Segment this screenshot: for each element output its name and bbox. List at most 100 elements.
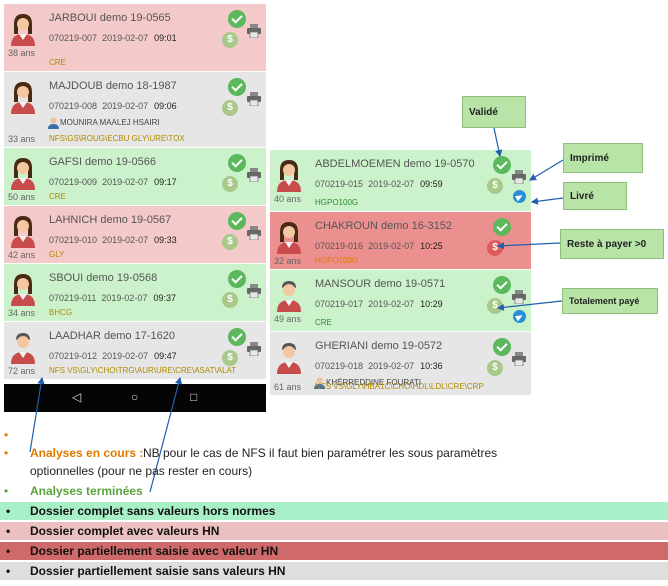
bullet-icon: • [6, 504, 11, 518]
patient-card[interactable]: GAFSI demo 19-0566 070219-009 2019-02-07 0… [4, 148, 266, 206]
callout-totalement: Totalement payé [562, 288, 658, 314]
record-date: 2019-02-07 [368, 361, 415, 371]
printer-icon[interactable] [246, 24, 262, 43]
doctor-name: MOUNIRA MAALEJ HSAIRI [60, 118, 160, 127]
printer-icon[interactable] [511, 290, 527, 309]
patient-meta: 070219-018 2019-02-07 10:36 [315, 361, 443, 371]
back-icon[interactable]: ◁ [72, 390, 81, 404]
patient-avatar [8, 272, 38, 311]
patient-age: 34 ans [8, 308, 36, 318]
legend-terminees: • Analyses terminées [0, 484, 668, 500]
patient-card[interactable]: CHAKROUN demo 16-3152 070219-016 2019-02-… [270, 212, 531, 270]
printer-icon[interactable] [511, 170, 527, 189]
patient-name: CHAKROUN demo 16-3152 [315, 220, 452, 232]
record-time: 09:47 [154, 351, 177, 361]
patient-card[interactable]: ABDELMOEMEN demo 19-0570 070219-015 2019-… [270, 150, 531, 212]
patient-name: LAADHAR demo 17-1620 [49, 330, 175, 342]
android-nav-bar: ◁ ○ □ [4, 384, 266, 412]
patient-card[interactable]: LAHNICH demo 19-0567 070219-010 2019-02-0… [4, 206, 266, 264]
test-list: CRE [49, 192, 66, 201]
patient-age: 49 ans [274, 314, 302, 324]
printer-icon[interactable] [246, 226, 262, 245]
patient-meta: 070219-007 2019-02-07 09:01 [49, 33, 177, 43]
legend-band-complet-avec-hn: • Dossier complet avec valeurs HN [0, 522, 668, 540]
patient-name: JARBOUI demo 19-0565 [49, 12, 171, 24]
printer-icon[interactable] [246, 284, 262, 303]
patient-avatar [8, 214, 38, 253]
payment-dollar-icon: $ [487, 298, 503, 314]
record-code: 070219-008 [49, 101, 98, 111]
record-time: 09:17 [154, 177, 177, 187]
bullet-icon: • [4, 428, 9, 442]
patient-age: 32 ans [274, 256, 302, 266]
legend-band-complet-sans-hn: • Dossier complet sans valeurs hors norm… [0, 502, 668, 520]
payment-dollar-icon: $ [222, 32, 238, 48]
validated-check-icon [493, 276, 511, 294]
patient-age: 42 ans [8, 250, 36, 260]
patient-card[interactable]: MANSOUR demo 19-0571 070219-017 2019-02-0… [270, 270, 531, 332]
patient-name: ABDELMOEMEN demo 19-0570 [315, 158, 475, 170]
record-code: 070219-010 [49, 235, 98, 245]
callout-livre-text: Livré [570, 190, 594, 202]
patient-card[interactable]: SBOUI demo 19-0568 070219-011 2019-02-07 0… [4, 264, 266, 322]
test-list: GLY [49, 250, 65, 259]
recent-apps-icon[interactable]: □ [190, 390, 197, 404]
patient-name: MANSOUR demo 19-0571 [315, 278, 446, 290]
validated-check-icon [228, 212, 246, 230]
patient-avatar [274, 340, 304, 379]
legend-empty-bullet: • [0, 428, 668, 442]
legend-en-cours-text: NB pour le cas de NFS il faut bien param… [143, 446, 498, 460]
validated-check-icon [228, 78, 246, 96]
record-date: 2019-02-07 [102, 351, 149, 361]
home-icon[interactable]: ○ [131, 390, 138, 404]
printer-icon[interactable] [246, 342, 262, 361]
patient-avatar [274, 158, 304, 197]
legend-band-text: Dossier complet avec valeurs HN [30, 524, 220, 538]
printer-icon[interactable] [511, 352, 527, 371]
payment-dollar-icon: $ [222, 100, 238, 116]
patient-name: MAJDOUB demo 18-1987 [49, 80, 177, 92]
legend-terminees-title: Analyses terminées [30, 484, 143, 498]
record-time: 10:29 [420, 299, 443, 309]
bullet-icon: • [6, 564, 11, 578]
arrow-livre [530, 197, 564, 205]
record-time: 09:37 [153, 293, 176, 303]
legend-en-cours: • Analyses en cours : NB pour le cas de … [0, 446, 668, 480]
bullet-icon: • [4, 484, 9, 498]
record-code: 070219-012 [49, 351, 98, 361]
printer-icon[interactable] [246, 92, 262, 111]
record-code: 070219-018 [315, 361, 364, 371]
legend-band-text: Dossier complet sans valeurs hors normes [30, 504, 276, 518]
test-list: HGPO100G [315, 198, 359, 207]
payment-dollar-icon: $ [222, 350, 238, 366]
patient-avatar [274, 220, 304, 259]
record-date: 2019-02-07 [102, 235, 149, 245]
patient-card[interactable]: MAJDOUB demo 18-1987 070219-008 2019-02-0… [4, 72, 266, 148]
patient-avatar [8, 12, 38, 51]
test-list: HGPO100G [315, 256, 359, 265]
patient-age: 40 ans [274, 194, 302, 204]
patient-card[interactable]: LAADHAR demo 17-1620 070219-012 2019-02-0… [4, 322, 266, 380]
patient-age: 38 ans [8, 48, 36, 58]
patient-card[interactable]: JARBOUI demo 19-0565 070219-007 2019-02-0… [4, 4, 266, 72]
patient-name: GHERIANI demo 19-0572 [315, 340, 443, 352]
record-date: 2019-02-07 [368, 299, 415, 309]
record-date: 2019-02-07 [101, 293, 148, 303]
patient-avatar [274, 278, 304, 317]
patient-meta: 070219-008 2019-02-07 09:06 [49, 101, 177, 111]
patient-meta: 070219-011 2019-02-07 09:37 [49, 293, 176, 303]
callout-totalement-text: Totalement payé [569, 296, 640, 306]
test-list: CRE [49, 58, 66, 67]
record-code: 070219-009 [49, 177, 98, 187]
delivered-send-icon [513, 190, 526, 203]
validated-check-icon [493, 338, 511, 356]
payment-dollar-icon: $ [222, 292, 238, 308]
delivered-send-icon [513, 310, 526, 323]
record-code: 070219-017 [315, 299, 364, 309]
patient-avatar [8, 330, 38, 369]
printer-icon[interactable] [246, 168, 262, 187]
patient-card[interactable]: GHERIANI demo 19-0572 070219-018 2019-02-… [270, 332, 531, 396]
doctor-icon [48, 116, 59, 134]
record-date: 2019-02-07 [102, 33, 149, 43]
payment-dollar-icon: $ [487, 360, 503, 376]
